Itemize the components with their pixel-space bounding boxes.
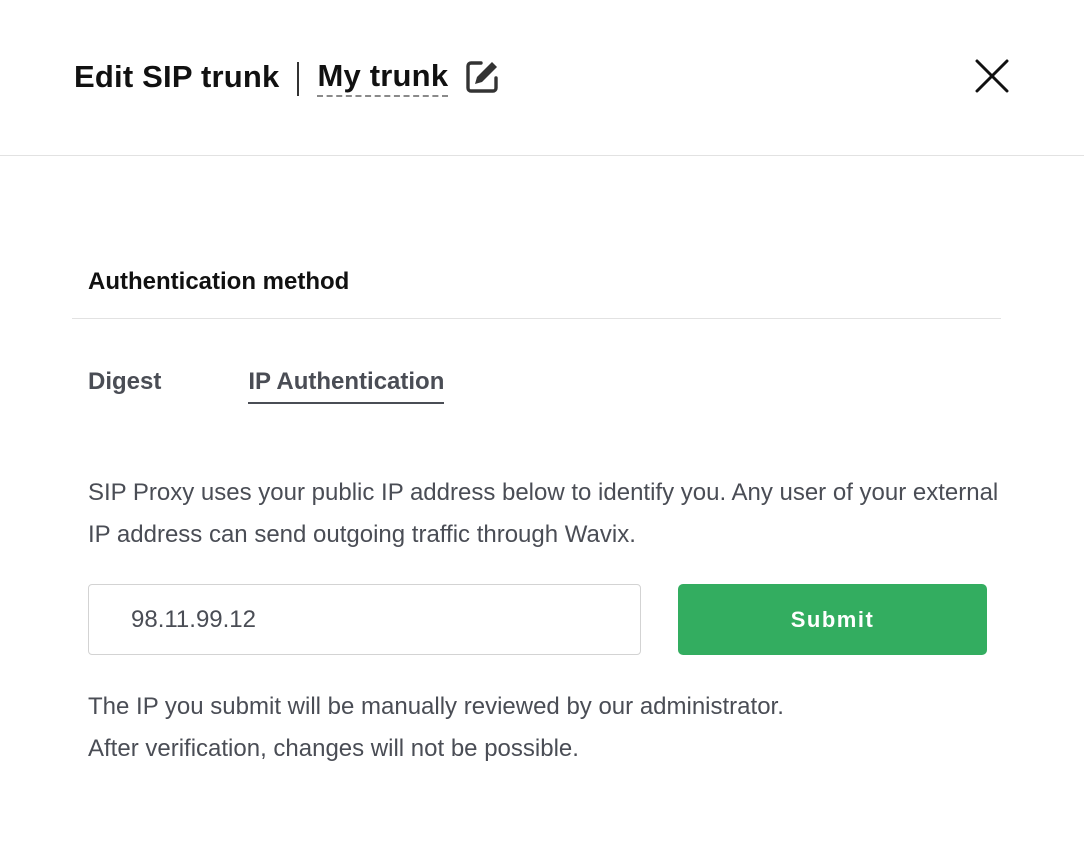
- ip-address-input[interactable]: [88, 584, 641, 655]
- submit-button[interactable]: Submit: [678, 584, 987, 655]
- edit-sip-trunk-dialog: Edit SIP trunk My trunk Authentication m…: [0, 0, 1084, 850]
- edit-icon[interactable]: [464, 59, 500, 95]
- auth-method-heading: Authentication method: [88, 268, 350, 295]
- dialog-header: Edit SIP trunk My trunk: [0, 0, 1084, 156]
- review-note-line-2: After verification, changes will not be …: [88, 735, 579, 762]
- tab-ip-authentication[interactable]: IP Authentication: [248, 368, 445, 404]
- title-row: Edit SIP trunk My trunk: [74, 54, 500, 100]
- close-icon[interactable]: [974, 58, 1010, 94]
- review-note: The IP you submit will be manually revie…: [88, 686, 1008, 770]
- dialog-title: Edit SIP trunk: [74, 59, 280, 94]
- review-note-line-1: The IP you submit will be manually revie…: [88, 693, 784, 720]
- trunk-name[interactable]: My trunk: [317, 58, 449, 97]
- title-separator: [297, 62, 300, 96]
- section-divider: [72, 318, 1001, 319]
- ip-auth-description: SIP Proxy uses your public IP address be…: [88, 479, 999, 548]
- tab-digest[interactable]: Digest: [88, 368, 161, 402]
- auth-tabs: Digest IP Authentication: [88, 368, 445, 404]
